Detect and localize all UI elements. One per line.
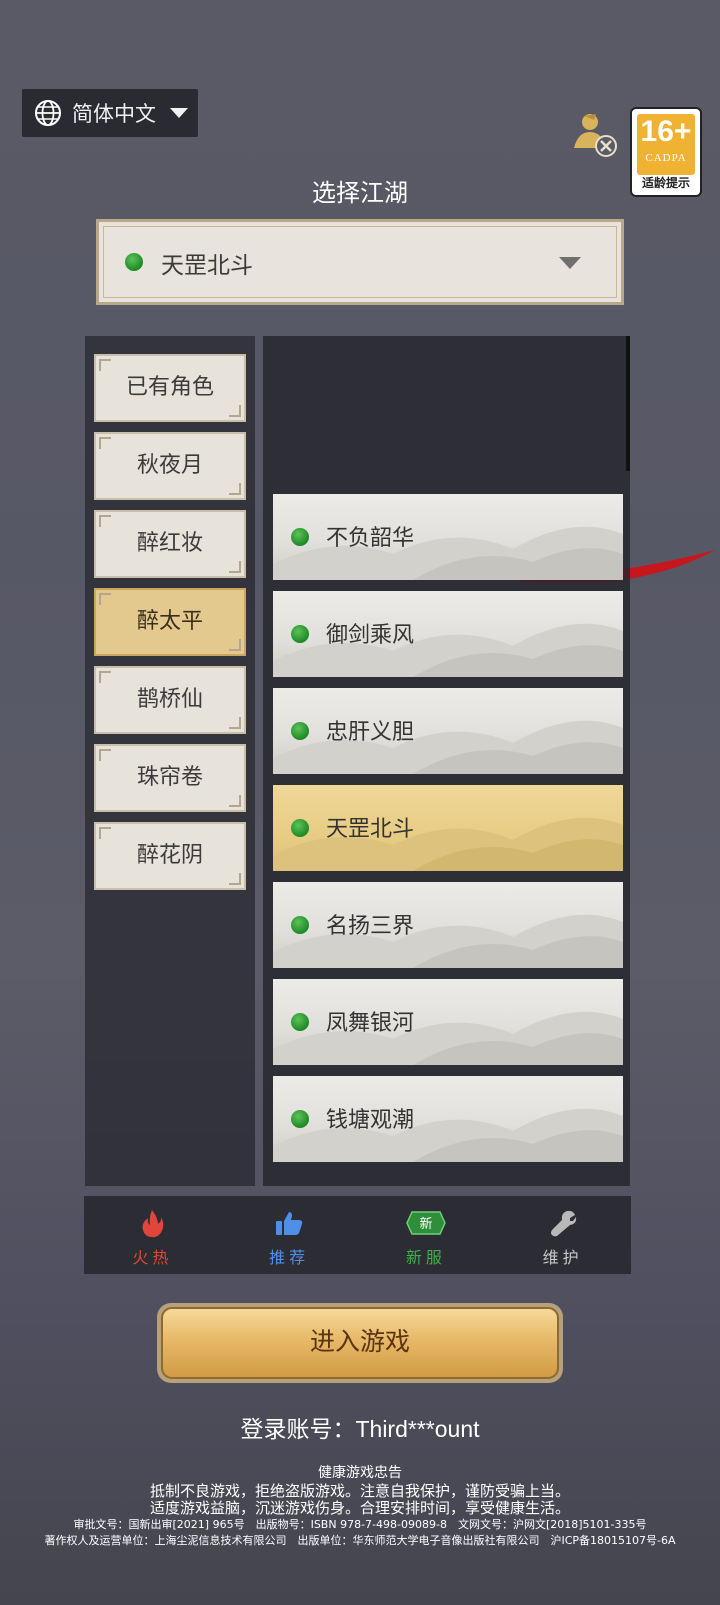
scrollbar[interactable] xyxy=(626,336,630,471)
server-item[interactable]: 名扬三界 xyxy=(273,882,623,968)
status-dot-icon xyxy=(291,916,309,934)
category-item[interactable]: 鹊桥仙 xyxy=(94,666,246,734)
category-item[interactable]: 醉花阴 xyxy=(94,822,246,890)
status-dot-icon xyxy=(125,253,143,271)
status-dot-icon xyxy=(291,722,309,740)
tab-label: 维护 xyxy=(542,1248,583,1267)
selected-server-label: 天罡北斗 xyxy=(161,253,253,279)
enter-game-button[interactable]: 进入游戏 xyxy=(157,1303,563,1383)
page-title: 选择江湖 xyxy=(312,179,408,207)
server-name: 不负韶华 xyxy=(326,526,415,551)
health-notice-title: 健康游戏忠告 xyxy=(318,1465,402,1481)
status-dot-icon xyxy=(291,1110,309,1128)
category-item[interactable]: 醉红妆 xyxy=(94,510,246,578)
user-remove-icon[interactable] xyxy=(570,108,620,160)
server-filter-tabs: 火热 推荐 新 新服 维护 xyxy=(84,1196,631,1274)
server-item-selected[interactable]: 天罡北斗 xyxy=(273,785,623,871)
category-list: 已有角色 秋夜月 醉红妆 醉太平 鹊桥仙 珠帘卷 醉花阴 xyxy=(85,336,255,1186)
new-badge-text: 新 xyxy=(419,1216,432,1232)
server-item[interactable]: 钱塘观潮 xyxy=(273,1076,623,1162)
status-dot-icon xyxy=(291,1013,309,1031)
enter-game-label: 进入游戏 xyxy=(161,1307,559,1379)
tab-recommend[interactable]: 推荐 xyxy=(221,1196,358,1274)
status-dot-icon xyxy=(291,625,309,643)
wrench-icon xyxy=(550,1210,576,1237)
account-label: 登录账号：Third***ount xyxy=(240,1416,480,1442)
tab-hot[interactable]: 火热 xyxy=(84,1196,221,1274)
server-item[interactable]: 不负韶华 xyxy=(273,494,623,580)
status-dot-icon xyxy=(291,819,309,837)
language-label: 简体中文 xyxy=(72,102,156,126)
publisher-info: 著作权人及运营单位：上海尘泥信息技术有限公司 出版单位：华东师范大学电子音像出版… xyxy=(44,1534,676,1547)
thumbs-up-icon xyxy=(276,1212,303,1235)
category-item-selected[interactable]: 醉太平 xyxy=(94,588,246,656)
server-name: 钱塘观潮 xyxy=(326,1108,415,1133)
tab-label: 推荐 xyxy=(269,1248,310,1267)
fire-icon xyxy=(142,1210,164,1238)
server-name: 御剑乘风 xyxy=(326,623,415,648)
status-dot-icon xyxy=(291,528,309,546)
server-name: 名扬三界 xyxy=(326,914,415,939)
approval-info: 审批文号：国新出审[2021] 965号 出版物号：ISBN 978-7-498… xyxy=(73,1518,647,1531)
globe-icon xyxy=(35,100,61,126)
tab-new-servers[interactable]: 新 新服 xyxy=(358,1196,495,1274)
server-item[interactable]: 忠肝义胆 xyxy=(273,688,623,774)
age-rating-org: CADPA xyxy=(645,152,687,164)
chevron-down-icon xyxy=(170,108,188,118)
new-badge-icon: 新 xyxy=(406,1211,446,1235)
tab-label: 火热 xyxy=(132,1248,173,1267)
server-dropdown[interactable]: 天罡北斗 xyxy=(96,219,624,305)
category-item[interactable]: 秋夜月 xyxy=(94,432,246,500)
language-selector[interactable]: 简体中文 xyxy=(22,89,198,137)
server-name: 忠肝义胆 xyxy=(326,720,415,745)
server-list: 不负韶华 御剑乘风 忠肝义胆 天罡北斗 名扬三界 凤舞银河 钱塘观潮 xyxy=(263,336,630,1186)
server-item[interactable]: 御剑乘风 xyxy=(273,591,623,677)
tab-maintenance[interactable]: 维护 xyxy=(494,1196,631,1274)
age-rating-number: 16+ xyxy=(640,115,692,148)
server-name: 凤舞银河 xyxy=(326,1011,415,1036)
server-name: 天罡北斗 xyxy=(326,817,415,842)
health-notice-line: 适度游戏益脑，沉迷游戏伤身。合理安排时间，享受健康生活。 xyxy=(149,1499,570,1517)
chevron-down-icon xyxy=(559,257,581,269)
category-item[interactable]: 珠帘卷 xyxy=(94,744,246,812)
tab-label: 新服 xyxy=(405,1248,446,1267)
category-item-existing-roles[interactable]: 已有角色 xyxy=(94,354,246,422)
server-item[interactable]: 凤舞银河 xyxy=(273,979,623,1065)
